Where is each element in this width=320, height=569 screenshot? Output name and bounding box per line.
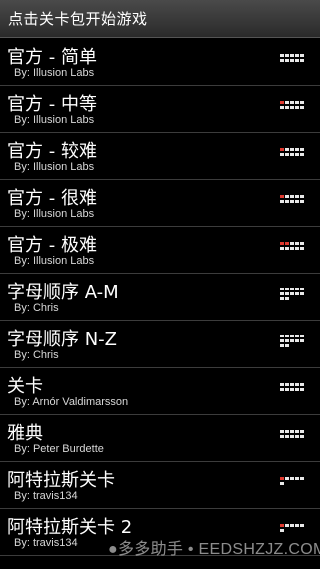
level-pack-name: 雅典 <box>7 423 43 444</box>
level-pack-author: By: travis134 <box>14 537 78 549</box>
level-progress-icon <box>280 477 304 485</box>
list-item[interactable]: 雅典 By: Peter Burdette <box>0 415 320 462</box>
level-pack-name: 字母顺序 N-Z <box>7 329 118 350</box>
level-progress-icon <box>280 148 304 156</box>
watermark: ●多多助手 • EEDSHZJZ.COM <box>108 535 320 559</box>
level-progress-icon <box>280 335 304 347</box>
level-progress-icon <box>280 242 304 250</box>
level-progress-icon <box>280 383 304 391</box>
watermark-text: ●多多助手 • EEDSHZJZ.COM <box>108 541 320 558</box>
level-pack-author: By: Arnór Valdimarsson <box>14 396 129 408</box>
list-item[interactable]: 官方 - 极难 By: Illusion Labs <box>0 227 320 274</box>
level-progress-icon <box>280 430 304 438</box>
level-progress-icon <box>280 524 304 532</box>
level-pack-author: By: Illusion Labs <box>14 208 95 220</box>
list-item[interactable]: 关卡 By: Arnór Valdimarsson <box>0 368 320 415</box>
level-pack-name: 关卡 <box>7 376 43 397</box>
level-progress-icon <box>280 101 304 109</box>
list-item[interactable]: 官方 - 简单 By: Illusion Labs <box>0 39 320 86</box>
level-pack-author: By: travis134 <box>14 490 78 502</box>
level-pack-list[interactable]: 官方 - 简单 By: Illusion Labs 官方 - 中等 By: Il… <box>0 39 320 569</box>
level-pack-author: By: Illusion Labs <box>14 255 95 267</box>
level-pack-author: By: Chris <box>14 349 59 361</box>
page-title: 点击关卡包开始游戏 <box>8 10 148 28</box>
list-item[interactable]: 官方 - 较难 By: Illusion Labs <box>0 133 320 180</box>
level-progress-icon <box>280 288 304 300</box>
list-item[interactable]: 官方 - 很难 By: Illusion Labs <box>0 180 320 227</box>
level-pack-name: 字母顺序 A-M <box>7 282 119 303</box>
list-item[interactable]: 官方 - 中等 By: Illusion Labs <box>0 86 320 133</box>
level-pack-author: By: Peter Burdette <box>14 443 104 455</box>
level-pack-name: 官方 - 简单 <box>7 47 97 68</box>
list-item[interactable]: 阿特拉斯关卡 By: travis134 <box>0 462 320 509</box>
level-progress-icon <box>280 54 304 62</box>
level-progress-icon <box>280 195 304 203</box>
level-pack-author: By: Illusion Labs <box>14 114 95 126</box>
level-pack-name: 官方 - 极难 <box>7 235 97 256</box>
list-item[interactable]: 字母顺序 N-Z By: Chris <box>0 321 320 368</box>
level-pack-name: 阿特拉斯关卡 <box>7 470 115 491</box>
level-pack-author: By: Chris <box>14 302 59 314</box>
level-pack-name: 官方 - 较难 <box>7 141 97 162</box>
list-item[interactable]: 字母顺序 A-M By: Chris <box>0 274 320 321</box>
level-pack-author: By: Illusion Labs <box>14 67 95 79</box>
level-pack-author: By: Illusion Labs <box>14 161 95 173</box>
level-pack-name: 官方 - 很难 <box>7 188 97 209</box>
title-bar: 点击关卡包开始游戏 <box>0 0 320 38</box>
level-pack-name: 官方 - 中等 <box>7 94 97 115</box>
